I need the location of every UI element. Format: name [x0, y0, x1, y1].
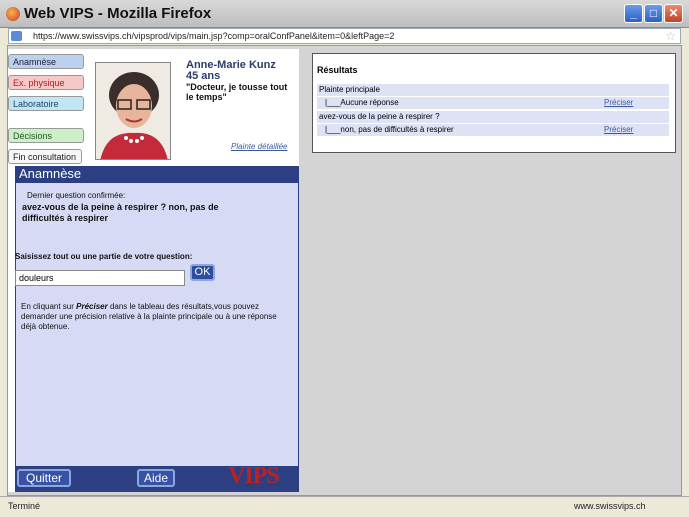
help-prefix: En cliquant sur [21, 302, 77, 311]
preciser-link[interactable]: Préciser [603, 124, 669, 136]
results-row: avez-vous de la peine à respirer ? [317, 111, 603, 123]
results-row: |___Aucune réponse [317, 97, 603, 109]
ok-button[interactable]: OK [190, 264, 215, 281]
question-prompt-label: Saisissez tout ou une partie de votre qu… [15, 252, 193, 261]
patient-photo [95, 62, 171, 160]
results-row-link [603, 84, 669, 96]
help-button[interactable]: Aide [137, 469, 175, 487]
patient-age: 45 ans [186, 70, 221, 82]
url-text[interactable]: https://www.swissvips.ch/vipsprod/vips/m… [33, 31, 394, 41]
results-row: |___non, pas de difficultés à respirer [317, 124, 603, 136]
tab-decisions[interactable]: Décisions [8, 128, 84, 143]
status-domain: www.swissvips.ch [574, 501, 646, 511]
help-text: En cliquant sur Préciser dans le tableau… [21, 302, 291, 332]
title-bar: Web VIPS - Mozilla Firefox _ □ ✕ [0, 0, 689, 28]
results-row-link [603, 111, 669, 123]
vips-logo: VIPS [228, 463, 280, 489]
anamnese-header: Anamnèse [15, 166, 299, 183]
firefox-icon [6, 7, 20, 21]
status-bar: Terminé www.swissvips.ch [0, 496, 689, 517]
tab-laboratoire[interactable]: Laboratoire [8, 96, 84, 111]
results-title: Résultats [317, 65, 358, 75]
close-button[interactable]: ✕ [664, 4, 683, 23]
quit-button[interactable]: Quitter [17, 469, 71, 487]
maximize-button[interactable]: □ [644, 4, 663, 23]
last-question-label: Dernier question confirmée: [27, 191, 126, 200]
tab-anamnese[interactable]: Anamnèse [8, 54, 84, 69]
bookmark-star-icon[interactable]: ☆ [665, 29, 676, 43]
window-title: Web VIPS - Mozilla Firefox [24, 5, 212, 22]
plainte-detaillee-link[interactable]: Plainte détaillée [231, 142, 287, 151]
tab-ex-physique[interactable]: Ex. physique [8, 75, 84, 90]
status-text: Terminé [8, 501, 41, 511]
last-question-text: avez-vous de la peine à respirer ? non, … [22, 202, 219, 223]
address-bar[interactable]: https://www.swissvips.ch/vipsprod/vips/m… [8, 28, 681, 44]
patient-quote: "Docteur, je tousse tout le temps" [186, 82, 288, 102]
help-emphasis: Préciser [76, 302, 108, 311]
question-input[interactable] [15, 270, 185, 286]
lock-icon [11, 31, 22, 41]
tab-fin-consultation[interactable]: Fin consultation [8, 149, 82, 164]
results-row: Plainte principale [317, 84, 603, 96]
preciser-link[interactable]: Préciser [603, 97, 669, 109]
minimize-button[interactable]: _ [624, 4, 643, 23]
